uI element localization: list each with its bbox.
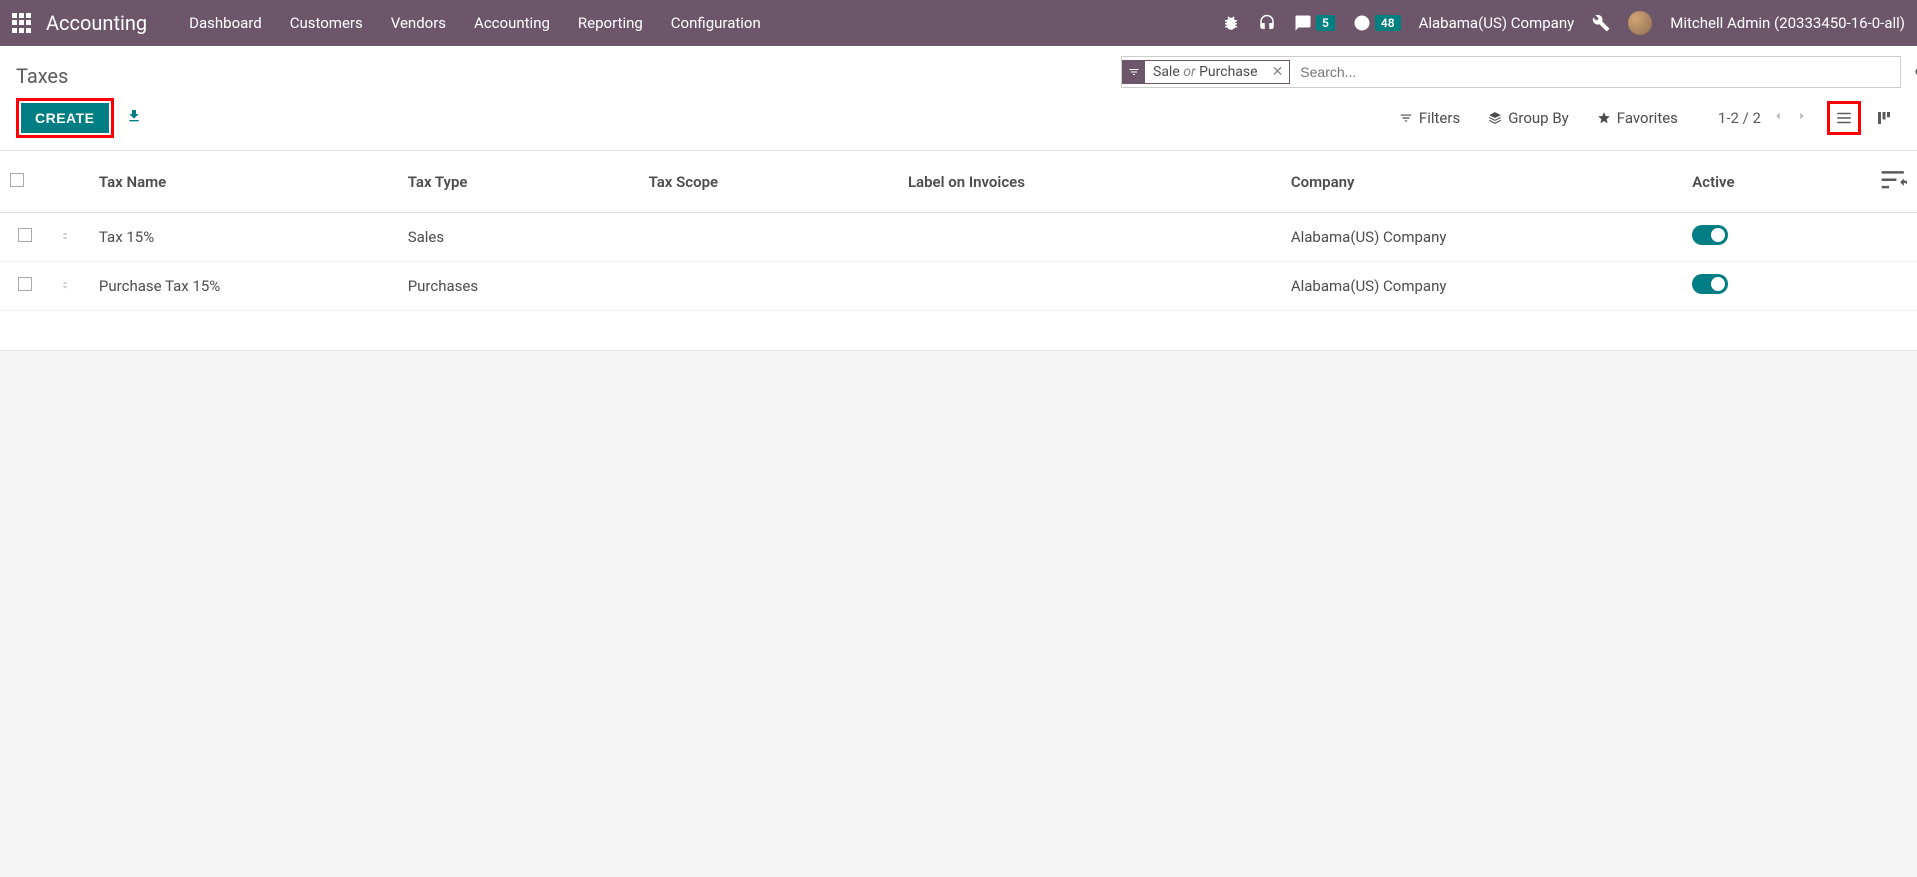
favorites-button[interactable]: Favorites xyxy=(1597,109,1678,127)
active-toggle[interactable] xyxy=(1692,274,1728,294)
user-menu[interactable]: Mitchell Admin (20333450-16-0-all) xyxy=(1670,14,1905,32)
download-icon[interactable] xyxy=(126,108,142,128)
kanban-icon xyxy=(1875,109,1893,127)
main-menu: Dashboard Customers Vendors Accounting R… xyxy=(189,14,761,32)
drag-handle-icon[interactable] xyxy=(59,277,71,295)
cell-label-invoices xyxy=(898,213,1281,262)
pager-range[interactable]: 1-2 / 2 xyxy=(1718,109,1761,127)
active-toggle[interactable] xyxy=(1692,225,1728,245)
cell-company: Alabama(US) Company xyxy=(1281,262,1682,311)
search-input[interactable] xyxy=(1290,58,1892,86)
menu-accounting[interactable]: Accounting xyxy=(474,14,550,32)
table-row[interactable]: Tax 15% Sales Alabama(US) Company xyxy=(0,213,1917,262)
messages-icon xyxy=(1294,14,1312,32)
top-nav: Accounting Dashboard Customers Vendors A… xyxy=(0,0,1917,46)
columns-settings-icon[interactable] xyxy=(1878,180,1907,198)
activity-view-button[interactable] xyxy=(1867,101,1901,135)
th-tax-name[interactable]: Tax Name xyxy=(89,151,398,213)
create-button[interactable]: CREATE xyxy=(21,103,109,133)
view-switcher xyxy=(1827,101,1901,135)
select-all-checkbox[interactable] xyxy=(10,173,24,187)
drag-handle-icon[interactable] xyxy=(59,228,71,246)
control-panel: Taxes Sale or Purchase ✕ xyxy=(0,46,1917,151)
messages-badge: 5 xyxy=(1316,15,1335,31)
cell-tax-name: Purchase Tax 15% xyxy=(89,262,398,311)
row-checkbox[interactable] xyxy=(18,277,32,291)
activities-tray[interactable]: 48 xyxy=(1353,14,1401,32)
cell-tax-scope xyxy=(639,262,898,311)
pager-next-icon[interactable] xyxy=(1795,109,1809,127)
systray: 5 48 Alabama(US) Company Mitchell Admin … xyxy=(1222,11,1905,35)
clock-icon xyxy=(1353,14,1371,32)
brand-label[interactable]: Accounting xyxy=(46,11,147,35)
menu-dashboard[interactable]: Dashboard xyxy=(189,14,262,32)
messages-tray[interactable]: 5 xyxy=(1294,14,1335,32)
cell-tax-scope xyxy=(639,213,898,262)
menu-configuration[interactable]: Configuration xyxy=(671,14,761,32)
menu-customers[interactable]: Customers xyxy=(290,14,363,32)
company-selector[interactable]: Alabama(US) Company xyxy=(1419,14,1575,32)
apps-icon[interactable] xyxy=(12,13,32,33)
avatar[interactable] xyxy=(1628,11,1652,35)
table-row[interactable]: Purchase Tax 15% Purchases Alabama(US) C… xyxy=(0,262,1917,311)
facet-remove-icon[interactable]: ✕ xyxy=(1266,64,1290,80)
cell-company: Alabama(US) Company xyxy=(1281,213,1682,262)
cell-label-invoices xyxy=(898,262,1281,311)
support-icon[interactable] xyxy=(1258,14,1276,32)
layers-icon xyxy=(1488,111,1502,125)
funnel-icon xyxy=(1399,111,1413,125)
taxes-table: Tax Name Tax Type Tax Scope Label on Inv… xyxy=(0,151,1917,311)
list-view-button[interactable] xyxy=(1827,101,1861,135)
create-highlight: CREATE xyxy=(16,98,114,138)
filters-button[interactable]: Filters xyxy=(1399,109,1460,127)
star-icon xyxy=(1597,111,1611,125)
th-tax-scope[interactable]: Tax Scope xyxy=(639,151,898,213)
row-checkbox[interactable] xyxy=(18,228,32,242)
search-box[interactable]: Sale or Purchase ✕ xyxy=(1121,56,1901,88)
th-company[interactable]: Company xyxy=(1281,151,1682,213)
groupby-button[interactable]: Group By xyxy=(1488,109,1569,127)
facet-text: Sale or Purchase xyxy=(1145,64,1266,80)
menu-reporting[interactable]: Reporting xyxy=(578,14,643,32)
filter-icon xyxy=(1123,60,1145,84)
th-active[interactable]: Active xyxy=(1682,151,1867,213)
cell-tax-type: Sales xyxy=(398,213,639,262)
list-icon xyxy=(1835,109,1853,127)
pager-prev-icon[interactable] xyxy=(1771,109,1785,127)
activities-badge: 48 xyxy=(1375,15,1401,31)
tools-icon[interactable] xyxy=(1592,14,1610,32)
debug-icon[interactable] xyxy=(1222,14,1240,32)
th-tax-type[interactable]: Tax Type xyxy=(398,151,639,213)
th-label-invoices[interactable]: Label on Invoices xyxy=(898,151,1281,213)
page-title: Taxes xyxy=(16,64,68,88)
cell-tax-type: Purchases xyxy=(398,262,639,311)
menu-vendors[interactable]: Vendors xyxy=(391,14,446,32)
search-facet: Sale or Purchase ✕ xyxy=(1122,60,1290,84)
cell-tax-name: Tax 15% xyxy=(89,213,398,262)
pager: 1-2 / 2 xyxy=(1718,109,1809,127)
